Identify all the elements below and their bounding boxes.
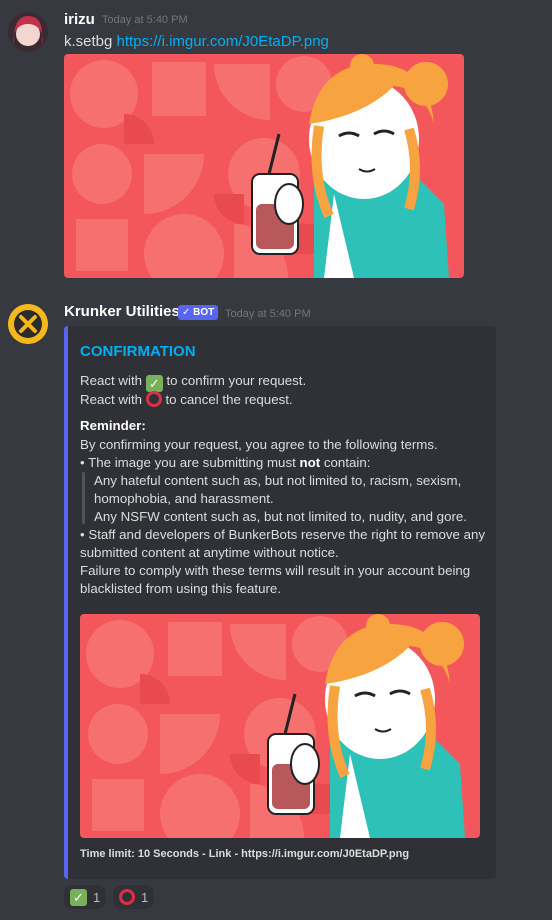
check-mark-icon: ✓ bbox=[70, 888, 87, 906]
red-circle-icon bbox=[119, 889, 135, 905]
bullet-one: • The image you are submitting must not … bbox=[80, 455, 370, 470]
reaction-count: 1 bbox=[93, 889, 101, 905]
bullet-text: contain: bbox=[323, 455, 371, 470]
quote-line: Any NSFW content such as, but not limite… bbox=[94, 509, 467, 524]
attached-image[interactable] bbox=[64, 54, 464, 278]
failure-line: Failure to comply with these terms will … bbox=[80, 563, 471, 578]
reaction-check[interactable]: ✓ 1 bbox=[64, 885, 107, 909]
react-prefix: React with bbox=[80, 373, 143, 388]
bullet-two: • Staff and developers of BunkerBots res… bbox=[80, 527, 486, 542]
image-link[interactable]: https://i.imgur.com/J0EtaDP.png bbox=[117, 33, 329, 50]
embed-footer: Time limit: 10 Seconds - Link - https://… bbox=[80, 848, 410, 860]
hammer-wrench-icon bbox=[8, 304, 48, 344]
command-text: k.setbg bbox=[64, 33, 113, 50]
quote-line: Any hateful content such as, but not lim… bbox=[94, 473, 462, 488]
reaction-circle[interactable]: 1 bbox=[113, 885, 155, 909]
bot-avatar[interactable] bbox=[8, 304, 48, 344]
terms-intro: By confirming your request, you agree to… bbox=[80, 437, 438, 452]
reaction-count: 1 bbox=[141, 889, 149, 905]
confirmation-embed: CONFIRMATION React with ✓ to confirm you… bbox=[64, 326, 496, 879]
quote-line: homophobia, and harassment. bbox=[94, 491, 274, 506]
timestamp: Today at 5:40 PM bbox=[102, 14, 188, 26]
embed-title: CONFIRMATION bbox=[80, 343, 196, 360]
bullet-two-cont: submitted content at anytime without not… bbox=[80, 545, 339, 560]
blockquote-bar bbox=[82, 472, 85, 524]
user-avatar[interactable] bbox=[8, 12, 48, 52]
bot-badge: ✓ BOT bbox=[178, 305, 219, 320]
message-content: k.setbg https://i.imgur.com/J0EtaDP.png bbox=[64, 33, 329, 50]
timestamp: Today at 5:40 PM bbox=[225, 308, 311, 320]
react-suffix: to confirm your request. bbox=[166, 373, 307, 388]
failure-line-cont: blacklisted from using this feature. bbox=[80, 581, 282, 596]
react-suffix: to cancel the request. bbox=[165, 392, 293, 407]
bullet-text: • The image you are submitting must bbox=[80, 455, 296, 470]
red-circle-icon bbox=[145, 391, 162, 407]
bot-username[interactable]: Krunker Utilities bbox=[64, 303, 180, 320]
react-prefix: React with bbox=[80, 392, 143, 407]
check-mark-icon: ✓ bbox=[145, 375, 163, 392]
embed-image[interactable] bbox=[80, 614, 480, 838]
username[interactable]: irizu bbox=[64, 11, 95, 28]
react-cancel-line: React with to cancel the request. bbox=[80, 391, 293, 407]
reminder-label: Reminder: bbox=[80, 418, 146, 433]
react-confirm-line: React with ✓ to confirm your request. bbox=[80, 373, 306, 392]
bullet-bold: not bbox=[299, 455, 321, 470]
